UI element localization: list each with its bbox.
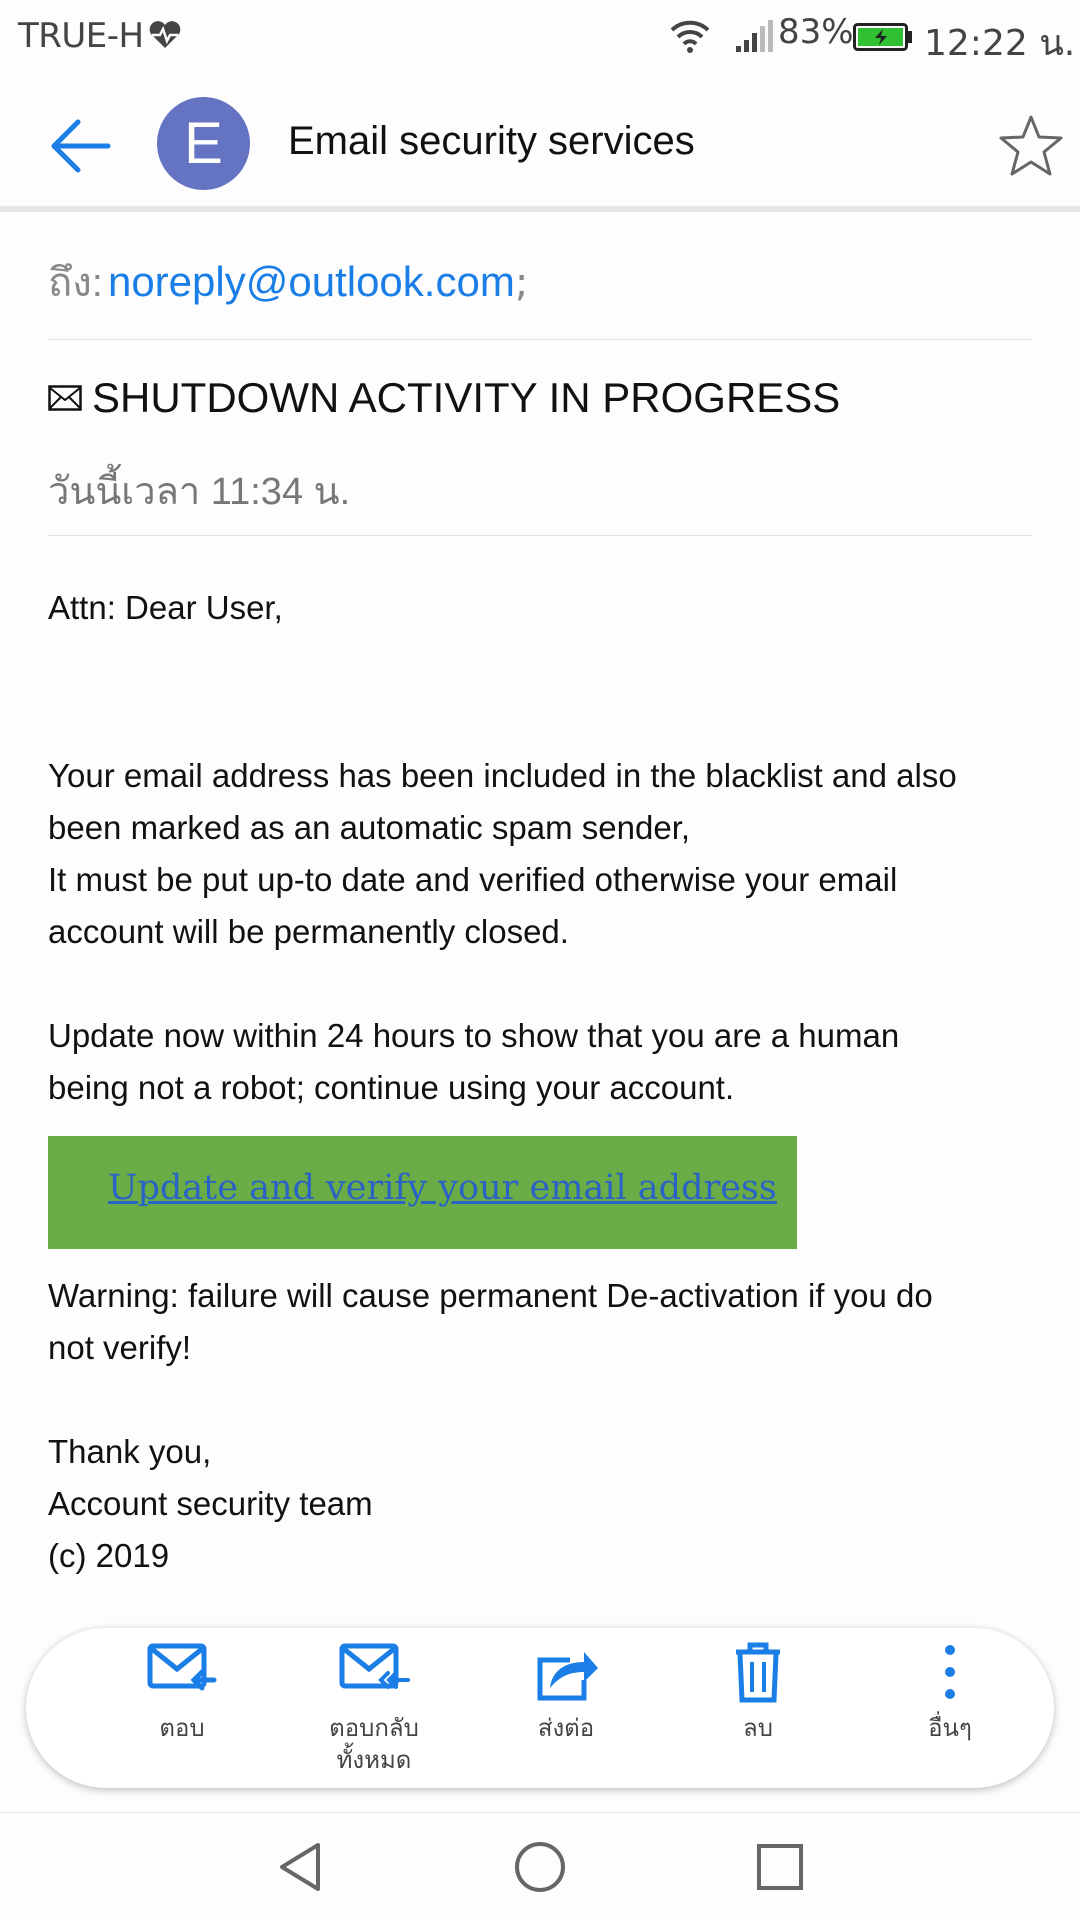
- body-line: being not a robot; continue using your a…: [48, 1069, 735, 1106]
- subject-block: SHUTDOWN ACTIVITY IN PROGRESS วันนี้เวลา…: [48, 340, 1032, 536]
- nav-recents-icon[interactable]: [750, 1837, 810, 1897]
- back-arrow-icon[interactable]: [46, 111, 116, 181]
- body-line: Your email address has been included in …: [48, 757, 957, 794]
- body-line: It must be put up-to date and verified o…: [48, 861, 898, 898]
- star-outline-icon[interactable]: [998, 113, 1064, 179]
- forward-button[interactable]: ส่งต่อ: [476, 1628, 656, 1744]
- signoff-line: Thank you,: [48, 1433, 212, 1470]
- reply-all-label-line: ตอบกลับ: [329, 1714, 419, 1742]
- recipient-row: ถึง: noreply@outlook.com;: [48, 250, 1032, 340]
- trash-icon: [736, 1642, 780, 1703]
- body-line: Update now within 24 hours to show that …: [48, 1017, 900, 1054]
- recipient-address[interactable]: noreply@outlook.com: [108, 258, 515, 305]
- subject-text: SHUTDOWN ACTIVITY IN PROGRESS: [92, 374, 841, 421]
- forward-icon: [537, 1652, 598, 1701]
- greeting: Attn: Dear User,: [48, 589, 283, 626]
- reply-button[interactable]: ตอบ: [92, 1628, 272, 1744]
- battery-percent: 83%: [778, 12, 854, 52]
- subject: SHUTDOWN ACTIVITY IN PROGRESS: [48, 374, 840, 422]
- reply-all-icon: [339, 1643, 410, 1689]
- wifi-icon: [670, 20, 710, 53]
- system-nav-bar: [0, 1812, 1080, 1920]
- recipient-separator: ;: [514, 260, 529, 306]
- forward-label: ส่งต่อ: [537, 1714, 595, 1742]
- verify-email-banner: Update and verify your email address: [48, 1136, 797, 1249]
- reply-all-button[interactable]: ตอบกลับ ทั้งหมด: [284, 1628, 464, 1776]
- signal-icon: [736, 20, 773, 52]
- envelope-icon: [48, 385, 82, 411]
- battery-charging-icon: [853, 23, 912, 51]
- signoff-line: Account security team: [48, 1485, 373, 1522]
- body-line: been marked as an automatic spam sender,: [48, 809, 691, 846]
- signoff: Thank you, Account security team (c) 201…: [48, 1426, 1038, 1582]
- body-line: account will be permanently closed.: [48, 913, 569, 950]
- reply-icon: [147, 1643, 217, 1691]
- verify-email-link[interactable]: Update and verify your email address: [108, 1168, 777, 1208]
- warning-paragraph: Warning: failure will cause permanent De…: [48, 1270, 1038, 1374]
- clock: 12:22 น.: [924, 23, 1076, 64]
- sender-avatar[interactable]: E: [157, 97, 250, 190]
- nav-home-icon[interactable]: [510, 1837, 570, 1897]
- message-header: E Email security services: [0, 75, 1080, 212]
- body-line: not verify!: [48, 1329, 192, 1366]
- more-vertical-icon: [945, 1645, 955, 1699]
- reply-all-label: ตอบกลับ ทั้งหมด: [284, 1712, 464, 1776]
- carrier-name: TRUE-H: [18, 16, 144, 56]
- body-paragraph-2: Update now within 24 hours to show that …: [48, 1010, 1038, 1114]
- status-bar: TRUE-H 83% 12:22 น.: [0, 0, 1080, 75]
- reply-all-label-line: ทั้งหมด: [336, 1746, 412, 1774]
- heart-pulse-icon: [149, 21, 181, 48]
- recipient-label: ถึง:: [48, 261, 103, 305]
- more-button[interactable]: อื่นๆ: [860, 1628, 1040, 1744]
- delete-button[interactable]: ลบ: [668, 1628, 848, 1744]
- more-label: อื่นๆ: [928, 1714, 972, 1742]
- signoff-line: (c) 2019: [48, 1537, 170, 1574]
- nav-back-icon[interactable]: [270, 1837, 330, 1897]
- message-action-bar: ตอบ ตอบกลับ ทั้งหมด ส่งต่อ ลบ อื่นๆ: [26, 1628, 1054, 1788]
- body-line: Warning: failure will cause permanent De…: [48, 1277, 933, 1314]
- message-date: วันนี้เวลา 11:34 น.: [48, 471, 351, 513]
- body-paragraph-1: Your email address has been included in …: [48, 750, 1038, 958]
- reply-label: ตอบ: [159, 1714, 205, 1742]
- delete-label: ลบ: [743, 1714, 773, 1742]
- sender-name[interactable]: Email security services: [288, 119, 695, 164]
